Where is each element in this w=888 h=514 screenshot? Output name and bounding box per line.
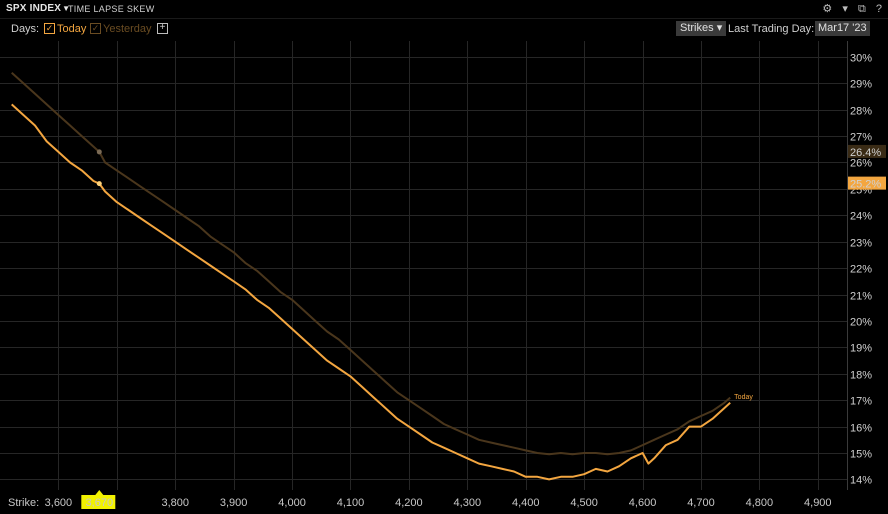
today-checkbox[interactable]: ✓ xyxy=(44,23,55,34)
x-axis: Strike: 3,600 3,670 3,800 3,900 4,000 4,100 4,2… xyxy=(8,490,832,509)
gear-icon[interactable]: ⚙ xyxy=(822,2,832,15)
y-tick-label: 18% xyxy=(850,370,872,382)
add-day-button[interactable]: + xyxy=(157,23,168,34)
yesterday-label[interactable]: Yesterday xyxy=(103,23,152,35)
y-tick-label: 24% xyxy=(850,211,872,223)
x-tick-label: 4,900 xyxy=(804,497,832,509)
y-tick-label: 17% xyxy=(850,396,872,408)
y-tick-label: 30% xyxy=(850,53,872,65)
last-trading-day-label: Last Trading Day: xyxy=(728,23,815,35)
strikes-dropdown[interactable]: Strikes ▾ xyxy=(676,21,727,36)
yesterday-checkbox[interactable]: ✓ xyxy=(90,23,101,34)
cursor-dot-yesterday xyxy=(96,149,102,155)
y-tick-label: 19% xyxy=(850,343,872,355)
last-trading-day-select[interactable]: Mar17 '23 xyxy=(815,21,870,36)
y-axis: 14%15%16%17%18%19%20%21%22%23%24%25%26%2… xyxy=(850,53,872,487)
y-tick-label: 22% xyxy=(850,264,872,276)
x-tick-label: 4,400 xyxy=(512,497,540,509)
x-tick-label: 4,500 xyxy=(570,497,598,509)
x-axis-label: Strike: xyxy=(8,497,39,509)
y-tick-label: 26% xyxy=(850,158,872,170)
ticker-dropdown[interactable]: SPX INDEX▼ xyxy=(6,3,70,14)
x-tick-label: 4,600 xyxy=(629,497,657,509)
x-tick-label: 3,600 xyxy=(45,497,73,509)
cursor-strike-label[interactable]: 3,670 xyxy=(86,497,114,509)
today-label[interactable]: Today xyxy=(57,23,86,35)
page-title: TIME LAPSE SKEW xyxy=(68,4,155,14)
x-tick-label: 3,900 xyxy=(220,497,248,509)
y-tick-label: 29% xyxy=(850,79,872,91)
x-tick-label: 4,200 xyxy=(395,497,423,509)
help-icon[interactable]: ? xyxy=(876,3,882,15)
external-window-icon[interactable]: ⧉ xyxy=(858,3,866,16)
x-tick-label: 3,800 xyxy=(161,497,189,509)
x-tick-label: 4,700 xyxy=(687,497,715,509)
y-tick-label: 16% xyxy=(850,423,872,435)
days-label: Days: xyxy=(11,23,40,35)
toolbar: Days: ✓ Today ✓ Yesterday + Strikes ▾ La… xyxy=(0,19,888,39)
y-tick-label: 14% xyxy=(850,475,872,487)
window-controls: ⚙ ▾ ⧉ ? xyxy=(815,2,882,16)
x-tick-label: 4,100 xyxy=(337,497,365,509)
cursor-dot-today xyxy=(96,181,102,187)
dropdown-caret-icon[interactable]: ▾ xyxy=(842,2,848,15)
today-line-annotation: Today xyxy=(734,394,753,401)
y-tick-label: 15% xyxy=(850,449,872,461)
y-tick-label: 27% xyxy=(850,132,872,144)
title-bar: SPX INDEX▼ TIME LAPSE SKEW ⚙ ▾ ⧉ ? xyxy=(0,0,888,19)
x-tick-label: 4,800 xyxy=(746,497,774,509)
plot-area[interactable] xyxy=(0,41,847,490)
y-tick-label: 23% xyxy=(850,238,872,250)
skew-chart[interactable]: 14%15%16%17%18%19%20%21%22%23%24%25%26%2… xyxy=(0,0,888,514)
cursor-pointer-icon xyxy=(95,490,104,495)
x-tick-label: 4,300 xyxy=(454,497,482,509)
y-tick-label: 20% xyxy=(850,317,872,329)
today-value-text: 25.2% xyxy=(850,179,881,191)
chevron-down-icon: ▾ xyxy=(716,22,723,34)
y-tick-label: 28% xyxy=(850,106,872,118)
yesterday-value-text: 26.4% xyxy=(850,147,881,159)
y-tick-label: 21% xyxy=(850,291,872,303)
x-tick-label: 4,000 xyxy=(278,497,306,509)
